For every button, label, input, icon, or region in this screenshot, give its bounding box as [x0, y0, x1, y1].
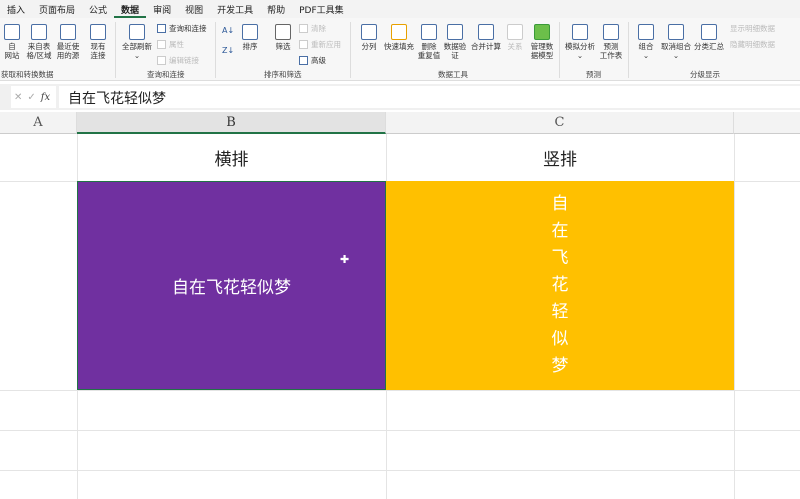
sort-icon: [242, 24, 258, 40]
data-validation-button[interactable]: 数据验 证: [443, 24, 467, 60]
link-icon: [157, 56, 166, 65]
remove-duplicates-icon: [421, 24, 437, 40]
from-web-button[interactable]: 自 网站: [2, 24, 22, 60]
data-model-icon: [534, 24, 550, 40]
forecast-sheet-button[interactable]: 预测 工作表: [598, 24, 624, 60]
vertical-char: 在: [552, 218, 569, 245]
tab-2[interactable]: 公式: [82, 0, 114, 18]
vertical-char: 似: [552, 326, 569, 353]
formula-bar: ✕ ✓ fx 自在飞花轻似梦: [0, 84, 800, 110]
group-label: 查询和连接: [147, 69, 185, 80]
cancel-icon[interactable]: ✕: [14, 92, 22, 103]
cell-c2[interactable]: 自在飞花轻似梦: [386, 181, 734, 390]
connection-icon: [90, 24, 106, 40]
group-button[interactable]: 组合⌄: [636, 24, 656, 60]
show-detail-button[interactable]: 显示明细数据: [730, 23, 775, 34]
group-icon: [638, 24, 654, 40]
flash-icon: [391, 24, 407, 40]
fx-button[interactable]: fx: [41, 92, 50, 103]
tab-0[interactable]: 插入: [0, 0, 32, 18]
cell-b1[interactable]: 横排: [77, 134, 386, 181]
subtotal-icon: [701, 24, 717, 40]
subtotal-button[interactable]: 分类汇总: [693, 24, 725, 51]
what-if-icon: [572, 24, 588, 40]
forecast-icon: [603, 24, 619, 40]
filter-button[interactable]: 筛选: [272, 24, 294, 51]
ungroup-icon: [668, 24, 684, 40]
tab-5[interactable]: 视图: [178, 0, 210, 18]
ribbon: 自 网站 来自表 格/区域 最近使 用的源 现有 连接 获取和转换数据 全部刷新…: [0, 18, 800, 81]
column-header-c[interactable]: C: [386, 112, 734, 134]
relationships-button[interactable]: 关系: [505, 24, 525, 51]
text-to-columns-button[interactable]: 分列: [359, 24, 379, 51]
column-header-d[interactable]: [734, 112, 800, 134]
tab-8[interactable]: PDF工具集: [292, 0, 351, 18]
group-label: 分级显示: [690, 69, 720, 80]
vertical-char: 梦: [552, 353, 569, 380]
properties-button[interactable]: 属性: [157, 39, 184, 50]
funnel-icon: [275, 24, 291, 40]
sort-button[interactable]: 排序: [238, 24, 262, 51]
queries-connections-button[interactable]: 查询和连接: [157, 23, 207, 34]
cell-c1[interactable]: 竖排: [386, 134, 734, 181]
query-icon: [157, 24, 166, 33]
existing-connections-button[interactable]: 现有 连接: [88, 24, 108, 60]
cell-b2[interactable]: 自在飞花轻似梦: [77, 181, 386, 390]
edit-links-button[interactable]: 编辑链接: [157, 55, 199, 66]
tab-3[interactable]: 数据: [114, 0, 146, 18]
hide-detail-button[interactable]: 隐藏明细数据: [730, 39, 775, 50]
properties-icon: [157, 40, 166, 49]
enter-icon[interactable]: ✓: [27, 92, 35, 103]
remove-duplicates-button[interactable]: 删除 重复值: [417, 24, 441, 60]
reapply-button[interactable]: 重新应用: [299, 39, 341, 50]
vertical-char: 飞: [552, 245, 569, 272]
recent-sources-button[interactable]: 最近使 用的源: [55, 24, 81, 60]
split-icon: [361, 24, 377, 40]
tab-6[interactable]: 开发工具: [210, 0, 260, 18]
advanced-button[interactable]: 高级: [299, 55, 326, 66]
clock-icon: [60, 24, 76, 40]
ungroup-button[interactable]: 取消组合⌄: [660, 24, 692, 60]
tab-4[interactable]: 审阅: [146, 0, 178, 18]
data-model-button[interactable]: 管理数 据模型: [529, 24, 555, 60]
sort-desc-button[interactable]: Z↓: [222, 46, 234, 55]
advanced-filter-icon: [299, 56, 308, 65]
column-header-b[interactable]: B: [77, 112, 386, 134]
clear-filter-icon: [299, 24, 308, 33]
reapply-icon: [299, 40, 308, 49]
vertical-char: 自: [552, 191, 569, 218]
ribbon-tabs: 插入页面布局公式数据审阅视图开发工具帮助PDF工具集: [0, 0, 800, 18]
sort-asc-button[interactable]: A↓: [222, 26, 234, 35]
refresh-all-button[interactable]: 全部刷新⌄: [120, 24, 154, 60]
validation-icon: [447, 24, 463, 40]
consolidate-icon: [478, 24, 494, 40]
clear-button[interactable]: 清除: [299, 23, 326, 34]
group-label: 获取和转换数据: [1, 69, 54, 80]
relationships-icon: [507, 24, 523, 40]
web-icon: [4, 24, 20, 40]
group-label: 排序和筛选: [264, 69, 302, 80]
group-label: 数据工具: [438, 69, 468, 80]
consolidate-button[interactable]: 合并计算: [470, 24, 502, 51]
table-icon: [31, 24, 47, 40]
tab-1[interactable]: 页面布局: [32, 0, 82, 18]
vertical-char: 花: [552, 272, 569, 299]
formula-input[interactable]: 自在飞花轻似梦: [59, 86, 800, 108]
group-label: 预测: [586, 69, 601, 80]
what-if-button[interactable]: 模拟分析⌄: [564, 24, 596, 60]
from-table-button[interactable]: 来自表 格/区域: [25, 24, 53, 60]
vertical-char: 轻: [552, 299, 569, 326]
column-header-a[interactable]: A: [0, 112, 77, 134]
flash-fill-button[interactable]: 快速填充: [383, 24, 415, 51]
cursor-cross-icon: ✚: [340, 253, 349, 266]
formula-controls: ✕ ✓ fx: [11, 86, 56, 108]
refresh-icon: [129, 24, 145, 40]
tab-7[interactable]: 帮助: [260, 0, 292, 18]
